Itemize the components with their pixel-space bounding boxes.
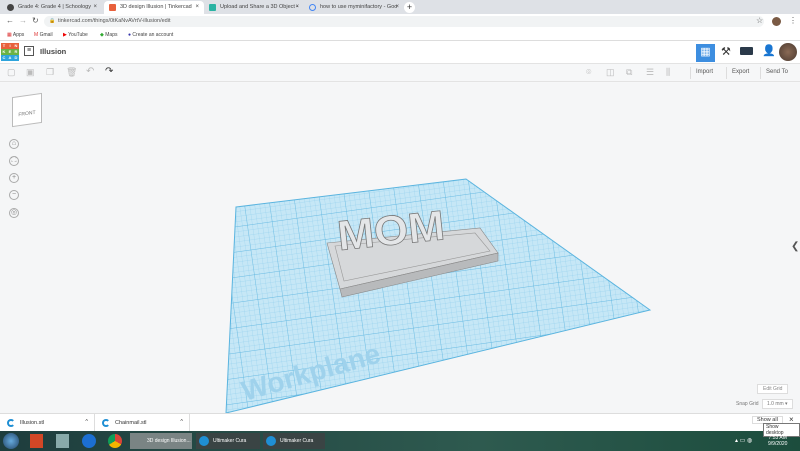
snap-grid-select[interactable]: 1.0 mm ▾ — [762, 399, 793, 409]
profile-avatar[interactable] — [772, 17, 781, 26]
bookmark-apps[interactable]: ▦ Apps — [7, 32, 24, 38]
download-item[interactable]: Illusion.stl ^ — [0, 414, 95, 432]
edit-grid-button[interactable]: Edit Grid — [757, 384, 789, 394]
tab-label: Grade 4: Grade 4 | Schoology — [18, 4, 91, 10]
cura-icon — [266, 436, 276, 446]
close-tab-icon[interactable]: × — [93, 4, 97, 10]
tab-myminifactory[interactable]: Upload and Share a 3D Object - × — [204, 1, 304, 14]
tinkercad-logo[interactable]: TIN KER CAD — [1, 43, 19, 62]
url-text: tinkercad.com/things/0tKaNvAVrtV-illusio… — [58, 18, 171, 24]
teamviewer-icon[interactable] — [82, 434, 96, 448]
clock[interactable]: 7:53 AM 9/9/2020 — [768, 435, 787, 447]
tray-icons[interactable]: ▴ ▭ ◍ — [735, 437, 752, 444]
bookmark-maps[interactable]: ◆ Maps — [100, 32, 117, 38]
forward-icon[interactable]: → — [19, 16, 27, 25]
close-tab-icon[interactable]: × — [395, 4, 399, 10]
downloads-bar: Illusion.stl ^ Chainmail.stl ^ Show all × … — [0, 413, 800, 437]
back-icon[interactable]: ← — [6, 16, 14, 25]
3d-workspace-canvas[interactable]: FRONT ⌂ ⛶ + − ◎ ❮ Workplane MOM Edit Gri… — [0, 83, 800, 413]
export-button[interactable]: Export — [726, 67, 754, 79]
workplane-svg: Workplane MOM — [225, 178, 652, 413]
download-item[interactable]: Chainmail.stl ^ — [95, 414, 190, 432]
close-tab-icon[interactable]: × — [295, 4, 299, 10]
tab-label: how to use myminifactory - Goo — [320, 4, 398, 10]
gmail-icon: M — [34, 32, 39, 38]
tab-schoology[interactable]: Grade 4: Grade 4 | Schoology × — [2, 1, 102, 14]
apps-icon: ▦ — [7, 32, 12, 38]
copy-icon[interactable]: ▢ — [7, 67, 16, 78]
url-input[interactable]: 🔒 tinkercad.com/things/0tKaNvAVrtV-illusi… — [44, 16, 764, 27]
cura-icon — [199, 436, 209, 446]
start-button[interactable] — [3, 433, 19, 449]
cura-file-icon — [7, 419, 15, 427]
myminifactory-icon — [209, 4, 216, 11]
star-icon[interactable]: ☆ — [756, 16, 763, 25]
note-pin-icon[interactable]: ⌾ — [586, 67, 591, 78]
address-bar-row: ← → ↻ 🔒 tinkercad.com/things/0tKaNvAVrtV-… — [0, 14, 800, 29]
taskbar-item-chrome[interactable]: 3D design Illusion... — [130, 433, 192, 449]
tinkercad-header: TIN KER CAD ≡ Illusion ▦ ⚒ 👤 — [0, 41, 800, 64]
close-tab-icon[interactable]: × — [195, 4, 199, 10]
mirror-icon[interactable]: ⫼ — [666, 67, 670, 78]
chevron-up-icon[interactable]: ^ — [180, 419, 183, 425]
windows-taskbar: 3D design Illusion... Ultimaker Cura Ult… — [0, 431, 800, 451]
redo-icon[interactable]: ↷ — [105, 66, 113, 77]
design-menu-icon[interactable]: ≡ — [24, 46, 34, 56]
codeblocks-pickaxe-icon[interactable]: ⚒ — [721, 45, 731, 58]
tab-label: Upload and Share a 3D Object - — [220, 4, 299, 10]
group-icon[interactable]: ◫ — [606, 67, 615, 78]
tinkercad-icon — [109, 4, 116, 11]
bookmark-create-account[interactable]: ● Create an account — [128, 32, 173, 38]
powerpoint-icon[interactable] — [30, 434, 43, 448]
snap-grid-label: Snap Grid — [736, 401, 759, 407]
lock-icon: 🔒 — [49, 18, 56, 24]
align-icon[interactable]: ☰ — [646, 67, 654, 78]
add-user-icon[interactable]: 👤 — [762, 44, 776, 57]
duplicate-icon[interactable]: ❐ — [46, 67, 54, 78]
chevron-up-icon[interactable]: ^ — [85, 419, 88, 425]
bookmarks-bar: ▦ Apps M Gmail ▶ YouTube ◆ Maps ● Create… — [0, 29, 800, 41]
ungroup-icon[interactable]: ⧉ — [626, 67, 632, 78]
explorer-icon[interactable] — [56, 434, 69, 448]
taskbar-item-cura[interactable]: Ultimaker Cura — [196, 433, 260, 449]
import-button[interactable]: Import — [690, 67, 718, 79]
menu-icon[interactable]: ⋮ — [789, 16, 797, 25]
cura-file-icon — [102, 419, 110, 427]
browser-tab-strip: Grade 4: Grade 4 | Schoology × 3D design … — [0, 0, 800, 14]
user-avatar[interactable] — [779, 43, 797, 61]
tab-label: 3D design Illusion | Tinkercad — [120, 4, 192, 10]
schoology-icon — [7, 4, 14, 11]
tab-tinkercad[interactable]: 3D design Illusion | Tinkercad × — [104, 1, 204, 14]
delete-icon[interactable]: 🗑 — [66, 67, 77, 78]
new-tab-button[interactable]: + — [404, 2, 415, 13]
clock-date: 9/9/2020 — [768, 441, 788, 447]
youtube-icon: ▶ — [63, 32, 67, 38]
bookmark-youtube[interactable]: ▶ YouTube — [63, 32, 88, 38]
send-to-button[interactable]: Send To — [760, 67, 793, 79]
account-icon: ● — [128, 32, 132, 38]
reload-icon[interactable]: ↻ — [32, 16, 39, 25]
chrome-icon[interactable] — [108, 434, 122, 448]
3d-view-grid-icon[interactable]: ▦ — [696, 44, 715, 62]
taskbar-item-cura[interactable]: Ultimaker Cura — [263, 433, 325, 449]
bookmark-gmail[interactable]: M Gmail — [34, 32, 53, 38]
paste-icon[interactable]: ▣ — [26, 67, 35, 78]
bricks-icon[interactable] — [740, 47, 753, 55]
editor-toolbar: ▢ ▣ ❐ 🗑 ↶ ↷ ⌾ ◫ ⧉ ☰ ⫼ Import Export Send… — [0, 64, 800, 82]
design-title[interactable]: Illusion — [40, 47, 66, 56]
google-icon — [309, 4, 316, 11]
undo-icon[interactable]: ↶ — [86, 66, 94, 77]
maps-icon: ◆ — [100, 32, 104, 38]
tab-google[interactable]: how to use myminifactory - Goo × — [304, 1, 404, 14]
